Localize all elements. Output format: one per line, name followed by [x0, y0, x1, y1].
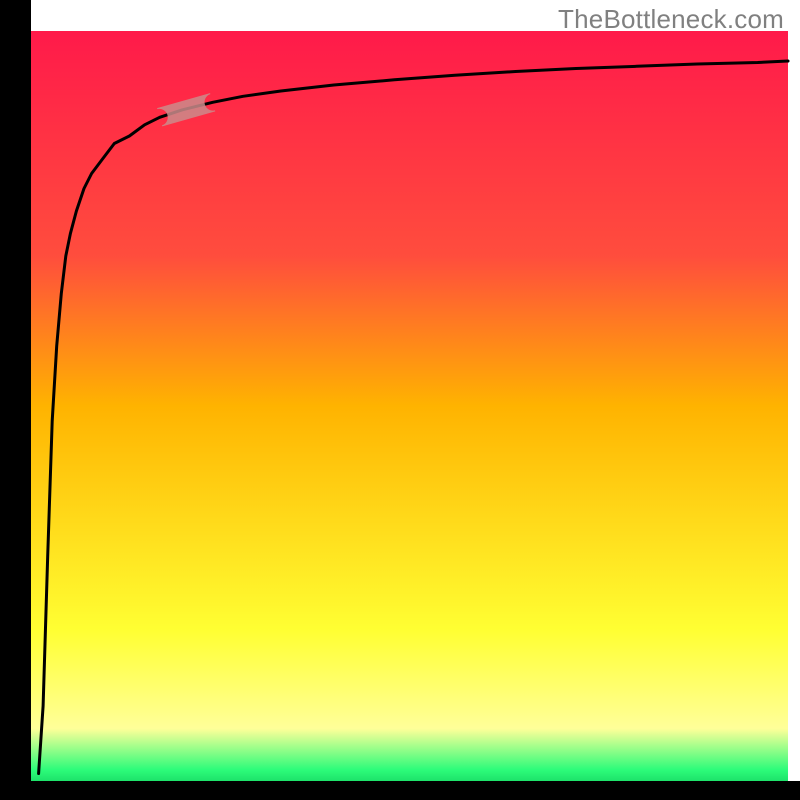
y-axis [0, 0, 31, 800]
plot-background [31, 31, 788, 781]
watermark-text: TheBottleneck.com [558, 4, 784, 35]
x-axis [0, 781, 800, 800]
chart-container: TheBottleneck.com [0, 0, 800, 800]
bottleneck-chart [0, 0, 800, 800]
